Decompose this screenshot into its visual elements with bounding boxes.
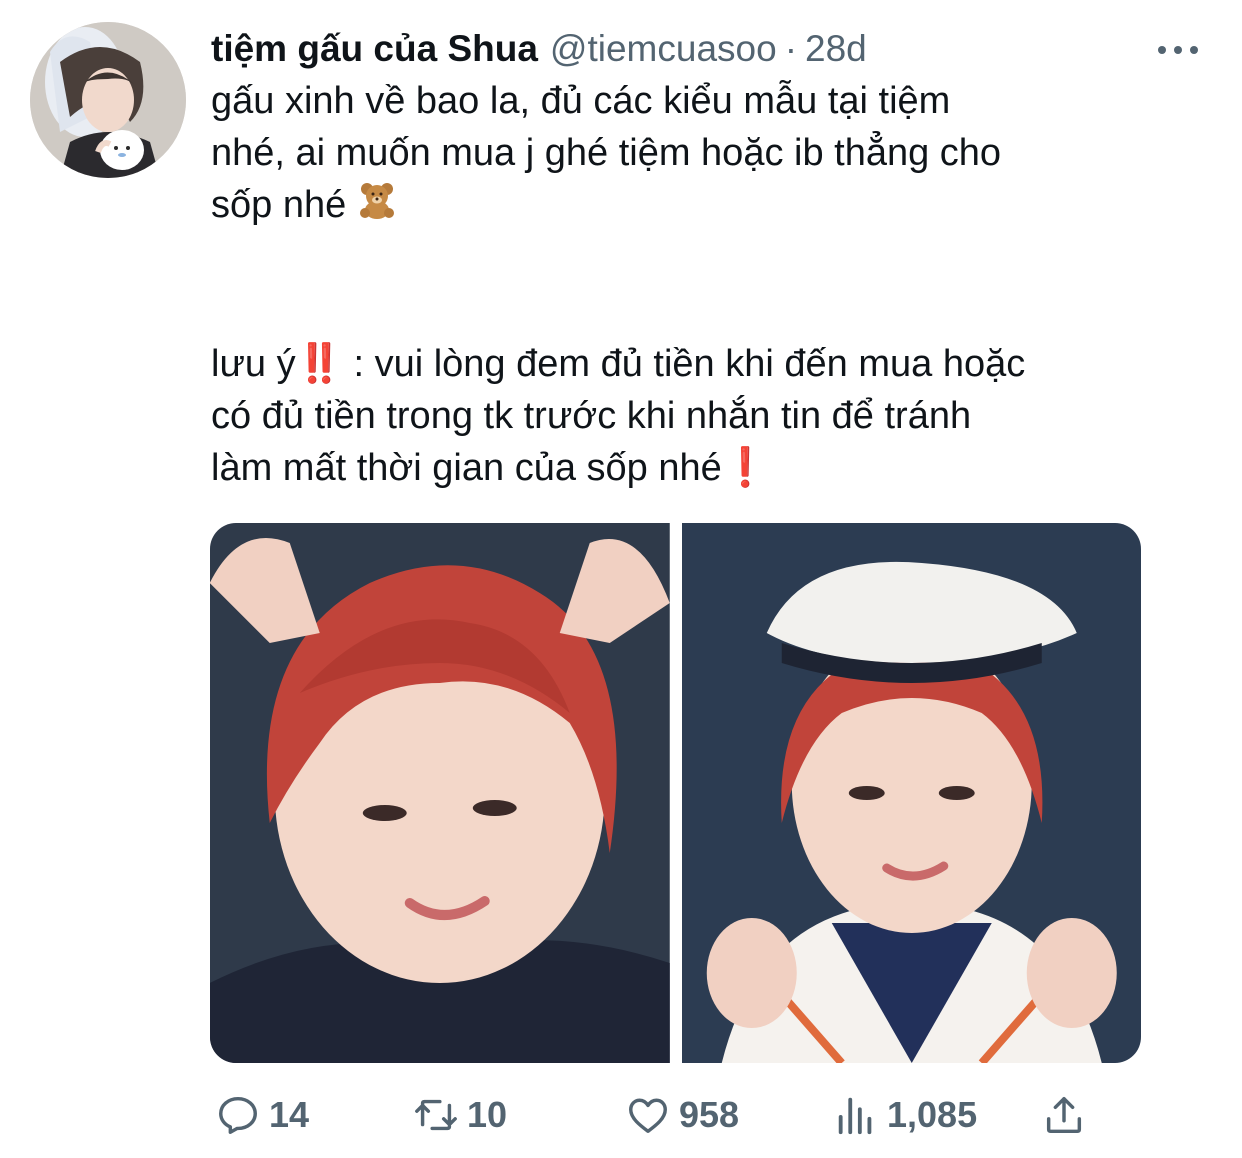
text-line: có đủ tiền trong tk trước khi nhắn tin đ… (211, 394, 972, 437)
more-icon[interactable] (1158, 40, 1198, 60)
double-exclamation-icon: ‼️ (295, 342, 343, 385)
teddy-bear-icon (357, 180, 397, 234)
tweet-header: tiệm gấu của Shua @tiemcuasoo · 28d (211, 26, 1202, 72)
text-segment: lưu ý (211, 342, 296, 385)
text-line: sốp nhé (211, 179, 1201, 234)
tweet-text: gấu xinh về bao la, đủ các kiểu mẫu tại … (211, 75, 1201, 494)
share-button[interactable] (1041, 1092, 1087, 1138)
separator: · (784, 28, 798, 69)
display-name[interactable]: tiệm gấu của Shua (211, 28, 538, 70)
portrait-photo (681, 523, 1141, 1063)
like-count: 958 (679, 1094, 740, 1135)
text-line: lưu ý‼️ : vui lòng đem đủ tiền khi đến m… (211, 338, 1201, 390)
text-segment: : vui lòng đem đủ tiền khi đến mua hoặc (342, 342, 1026, 385)
text-segment: sốp nhé (211, 184, 347, 226)
avatar[interactable] (30, 22, 186, 178)
timestamp[interactable]: 28d (805, 28, 867, 70)
action-bar: 14 10 958 1,085 (215, 1085, 1095, 1145)
heart-icon (629, 1098, 667, 1134)
views-button[interactable]: 1,085 (833, 1092, 977, 1138)
retweet-button[interactable]: 10 (413, 1092, 507, 1138)
like-button[interactable]: 958 (625, 1092, 739, 1138)
analytics-icon (838, 1097, 872, 1135)
handle[interactable]: @tiemcuasoo (550, 28, 777, 70)
photo-2[interactable] (681, 523, 1141, 1063)
retweet-icon (415, 1099, 457, 1131)
retweet-count: 10 (467, 1094, 508, 1135)
reply-button[interactable]: 14 (215, 1092, 309, 1138)
exclamation-icon: ❗ (721, 446, 770, 489)
portrait-photo (210, 523, 670, 1063)
media-grid (210, 523, 1141, 1063)
text-line: làm mất thời gian của sốp nhé❗ (211, 442, 1201, 494)
photo-1[interactable] (210, 523, 670, 1063)
reply-count: 14 (269, 1094, 310, 1135)
text-segment: làm mất thời gian của sốp nhé (211, 446, 722, 489)
reply-icon (219, 1096, 257, 1134)
profile-photo (30, 22, 186, 178)
share-icon (1046, 1096, 1082, 1134)
view-count: 1,085 (887, 1094, 978, 1135)
text-line: gấu xinh về bao la, đủ các kiểu mẫu tại … (211, 80, 951, 122)
text-line: nhé, ai muốn mua j ghé tiệm hoặc ib thẳn… (211, 132, 1002, 174)
